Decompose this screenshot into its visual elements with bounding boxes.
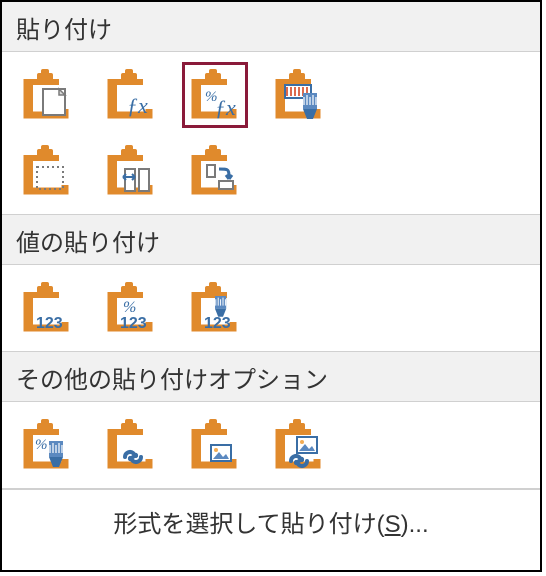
clipboard-picture-icon — [189, 419, 241, 471]
svg-text:123: 123 — [120, 315, 147, 332]
section-body-values: 123 % 123 123 — [2, 265, 540, 352]
paste-keep-column-widths-button[interactable] — [98, 138, 164, 204]
section-body-paste: % — [2, 52, 540, 215]
clipboard-paste-icon — [21, 69, 73, 121]
clipboard-values-formatting-icon: 123 — [189, 282, 241, 334]
clipboard-column-widths-icon — [105, 145, 157, 197]
paste-transpose-button[interactable] — [182, 138, 248, 204]
paste-special-hotkey: S — [385, 511, 401, 538]
svg-text:123: 123 — [36, 315, 63, 332]
clipboard-transpose-icon — [189, 145, 241, 197]
svg-text:%: % — [35, 437, 48, 453]
paste-no-borders-button[interactable] — [14, 138, 80, 204]
clipboard-link-icon — [105, 419, 157, 471]
paste-picture-button[interactable] — [182, 412, 248, 478]
clipboard-linked-picture-icon — [273, 419, 325, 471]
clipboard-formulas-icon — [105, 69, 157, 121]
clipboard-no-borders-icon — [21, 145, 73, 197]
paste-special-suffix: )... — [401, 511, 429, 538]
paste-special-command[interactable]: 形式を選択して貼り付け(S)... — [2, 489, 540, 551]
section-title: 貼り付け — [16, 17, 112, 44]
paste-values-source-formatting-button[interactable]: 123 — [182, 275, 248, 341]
clipboard-formatting-icon: % — [21, 419, 73, 471]
clipboard-keep-formatting-icon — [273, 69, 325, 121]
svg-text:%: % — [123, 299, 136, 316]
section-header-other: その他の貼り付けオプション — [2, 352, 540, 402]
paste-keep-source-formatting-button[interactable] — [266, 62, 332, 128]
paste-linked-picture-button[interactable] — [266, 412, 332, 478]
paste-link-button[interactable] — [98, 412, 164, 478]
clipboard-formulas-number-icon: % — [189, 69, 241, 121]
section-header-paste: 貼り付け — [2, 2, 540, 52]
svg-text:123: 123 — [204, 315, 231, 332]
paste-formulas-number-formatting-button[interactable]: % — [182, 62, 248, 128]
section-body-other: % — [2, 402, 540, 489]
paste-formulas-button[interactable] — [98, 62, 164, 128]
section-title: 値の貼り付け — [16, 230, 160, 257]
paste-values-button[interactable]: 123 — [14, 275, 80, 341]
section-title: その他の貼り付けオプション — [16, 367, 328, 394]
clipboard-values-icon: 123 — [21, 282, 73, 334]
clipboard-values-number-icon: % 123 — [105, 282, 157, 334]
paste-values-number-formatting-button[interactable]: % 123 — [98, 275, 164, 341]
paste-special-prefix: 形式を選択して貼り付け( — [113, 511, 384, 538]
paste-options-panel: 貼り付け % — [0, 0, 542, 572]
paste-formatting-button[interactable]: % — [14, 412, 80, 478]
paste-button[interactable] — [14, 62, 80, 128]
section-header-values: 値の貼り付け — [2, 215, 540, 265]
